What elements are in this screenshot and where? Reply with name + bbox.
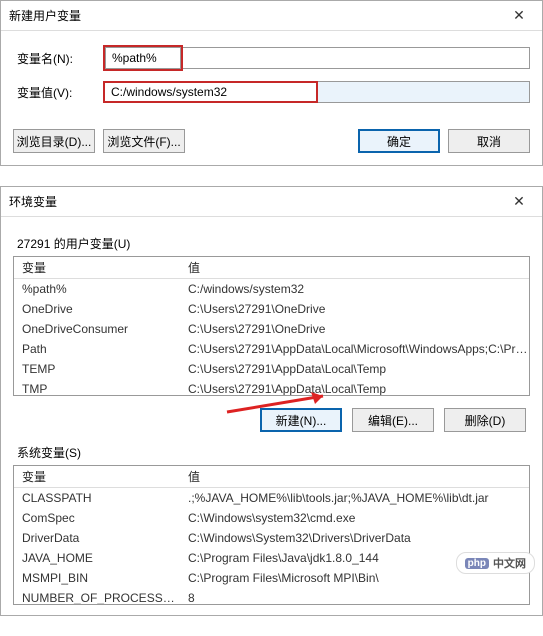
cell-val: C:\Users\27291\OneDrive (184, 322, 529, 336)
list-header: 变量 值 (14, 466, 529, 488)
cell-val: C:/windows/system32 (184, 282, 529, 296)
var-value-input-highlight[interactable] (103, 81, 318, 103)
table-row[interactable]: %path%C:/windows/system32 (14, 279, 529, 299)
cell-var: OneDriveConsumer (14, 322, 184, 336)
col-val: 值 (184, 468, 529, 485)
env-vars-dialog: 环境变量 ✕ 27291 的用户变量(U) 变量 值 %path%C:/wind… (0, 186, 543, 616)
table-row[interactable]: CLASSPATH.;%JAVA_HOME%\lib\tools.jar;%JA… (14, 488, 529, 508)
php-badge: php (465, 558, 489, 569)
var-name-input[interactable] (183, 47, 530, 69)
dialog-title: 环境变量 (9, 193, 57, 210)
cell-var: TMP (14, 382, 184, 396)
user-vars-label: 27291 的用户变量(U) (17, 235, 530, 252)
table-row[interactable]: OneDriveConsumerC:\Users\27291\OneDrive (14, 319, 529, 339)
table-row[interactable]: DriverDataC:\Windows\System32\Drivers\Dr… (14, 528, 529, 548)
cell-var: MSMPI_BIN (14, 571, 184, 585)
dialog-title: 新建用户变量 (9, 7, 81, 24)
titlebar: 新建用户变量 ✕ (1, 1, 542, 31)
watermark-logo: php 中文网 (456, 552, 535, 574)
cell-var: JAVA_HOME (14, 551, 184, 565)
cell-val: C:\Windows\system32\cmd.exe (184, 511, 529, 525)
close-icon[interactable]: ✕ (504, 7, 534, 24)
cell-var: Path (14, 342, 184, 356)
cell-var: TEMP (14, 362, 184, 376)
cell-val: C:\Users\27291\AppData\Local\Temp (184, 382, 529, 396)
sys-vars-label: 系统变量(S) (17, 444, 530, 461)
cell-var: OneDrive (14, 302, 184, 316)
cell-var: DriverData (14, 531, 184, 545)
cell-var: CLASSPATH (14, 491, 184, 505)
var-value-input[interactable] (318, 81, 530, 103)
new-user-var-dialog: 新建用户变量 ✕ 变量名(N): 变量值(V): 浏览目录(D)... 浏览文件… (0, 0, 543, 166)
var-value-label: 变量值(V): (13, 84, 103, 101)
titlebar: 环境变量 ✕ (1, 187, 542, 217)
table-row[interactable]: NUMBER_OF_PROCESSORS8 (14, 588, 529, 605)
new-button[interactable]: 新建(N)... (260, 408, 342, 432)
ok-button[interactable]: 确定 (358, 129, 440, 153)
var-name-input-highlight[interactable] (105, 47, 181, 69)
table-row[interactable]: TEMPC:\Users\27291\AppData\Local\Temp (14, 359, 529, 379)
cell-val: C:\Users\27291\AppData\Local\Microsoft\W… (184, 342, 529, 356)
table-row[interactable]: ComSpecC:\Windows\system32\cmd.exe (14, 508, 529, 528)
close-icon[interactable]: ✕ (504, 193, 534, 210)
table-row[interactable]: OneDriveC:\Users\27291\OneDrive (14, 299, 529, 319)
var-name-label: 变量名(N): (13, 50, 103, 67)
browse-dir-button[interactable]: 浏览目录(D)... (13, 129, 95, 153)
sys-vars-list[interactable]: 变量 值 CLASSPATH.;%JAVA_HOME%\lib\tools.ja… (13, 465, 530, 605)
cell-val: 8 (184, 591, 529, 605)
cell-var: %path% (14, 282, 184, 296)
cell-val: C:\Users\27291\AppData\Local\Temp (184, 362, 529, 376)
cell-val: .;%JAVA_HOME%\lib\tools.jar;%JAVA_HOME%\… (184, 491, 529, 505)
cell-var: NUMBER_OF_PROCESSORS (14, 591, 184, 605)
cell-val: C:\Windows\System32\Drivers\DriverData (184, 531, 529, 545)
browse-file-button[interactable]: 浏览文件(F)... (103, 129, 185, 153)
edit-button[interactable]: 编辑(E)... (352, 408, 434, 432)
cell-var: ComSpec (14, 511, 184, 525)
table-row[interactable]: PathC:\Users\27291\AppData\Local\Microso… (14, 339, 529, 359)
list-header: 变量 值 (14, 257, 529, 279)
table-row[interactable]: TMPC:\Users\27291\AppData\Local\Temp (14, 379, 529, 396)
col-var: 变量 (14, 468, 184, 485)
user-vars-list[interactable]: 变量 值 %path%C:/windows/system32OneDriveC:… (13, 256, 530, 396)
delete-button[interactable]: 删除(D) (444, 408, 526, 432)
col-val: 值 (184, 259, 529, 276)
table-row[interactable]: MSMPI_BINC:\Program Files\Microsoft MPI\… (14, 568, 529, 588)
table-row[interactable]: JAVA_HOMEC:\Program Files\Java\jdk1.8.0_… (14, 548, 529, 568)
logo-text: 中文网 (493, 555, 526, 571)
cancel-button[interactable]: 取消 (448, 129, 530, 153)
cell-val: C:\Users\27291\OneDrive (184, 302, 529, 316)
col-var: 变量 (14, 259, 184, 276)
